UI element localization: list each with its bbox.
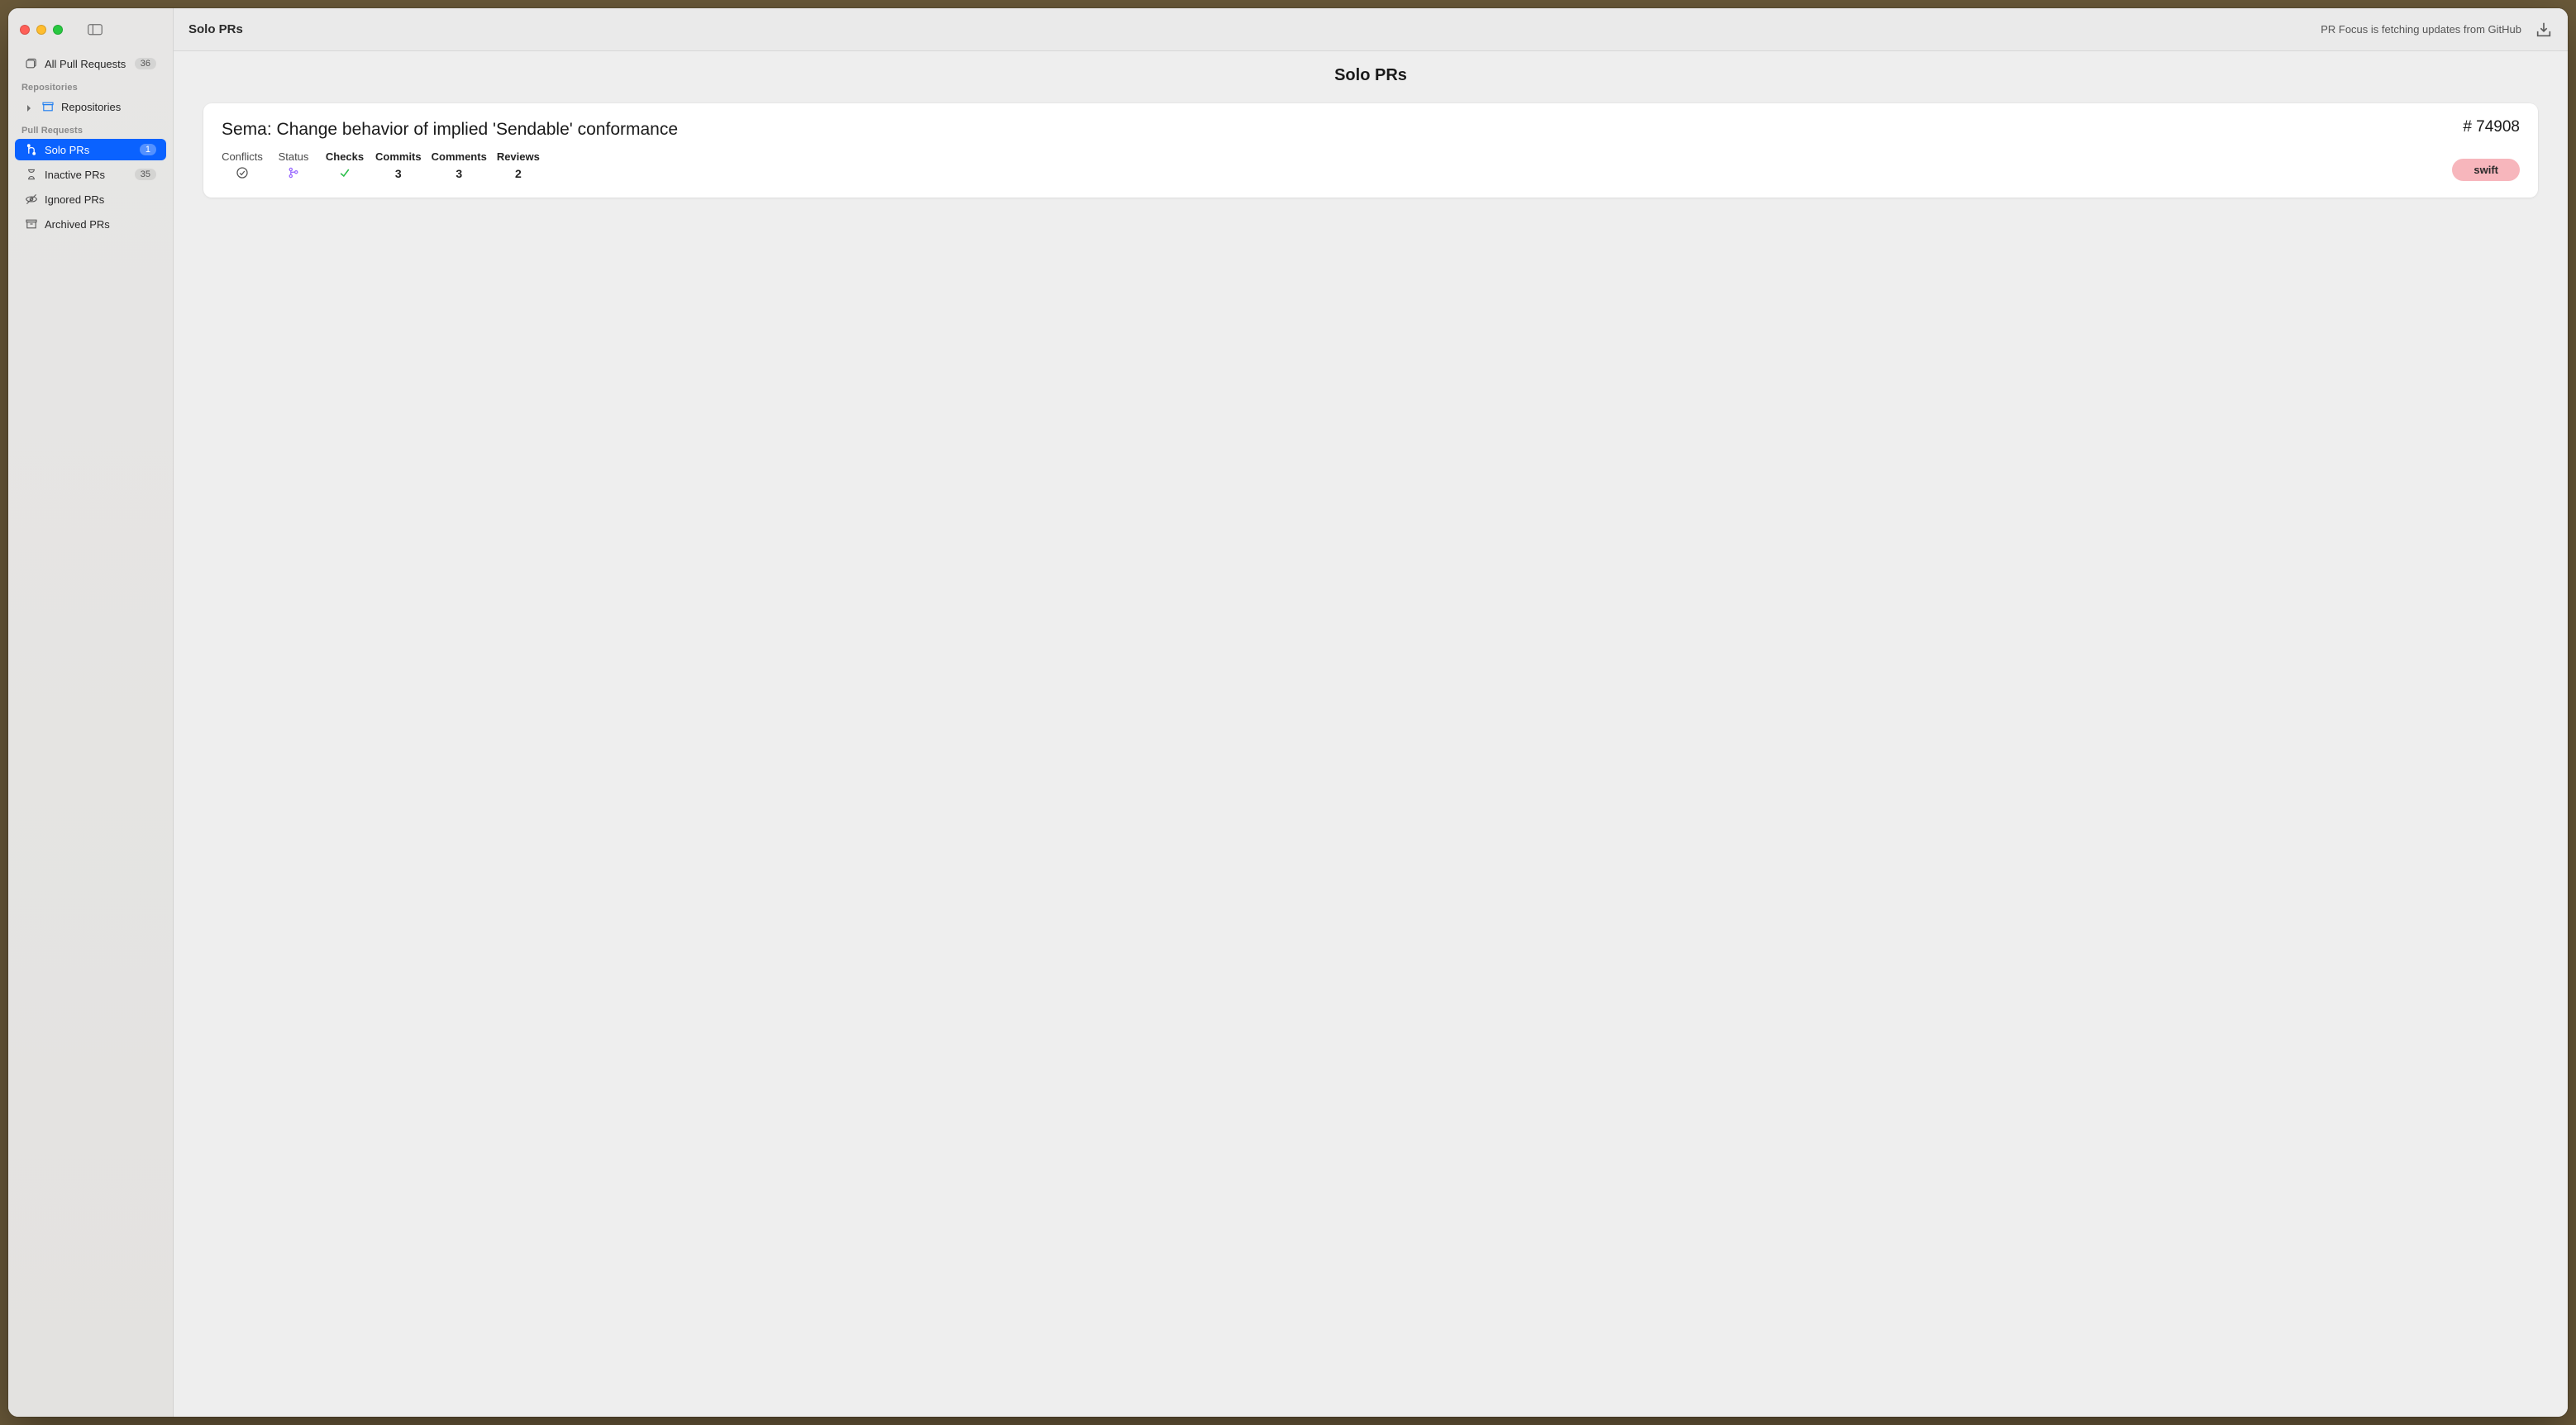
- pr-stat-checks-value: [338, 166, 351, 181]
- toggle-sidebar-button[interactable]: [88, 24, 103, 36]
- pr-stat-commits: Commits 3: [375, 150, 422, 181]
- sidebar-item-ignored-prs[interactable]: Ignored PRs: [15, 188, 166, 210]
- pr-stat-reviews-label: Reviews: [497, 150, 540, 163]
- sidebar-all-prs-label: All Pull Requests: [45, 58, 128, 70]
- pr-stat-status: Status: [273, 150, 314, 181]
- toolbar: Solo PRs PR Focus is fetching updates fr…: [174, 8, 2568, 51]
- content-area: Solo PRs Sema: Change behavior of implie…: [174, 51, 2568, 1417]
- chevron-right-icon[interactable]: [25, 102, 33, 111]
- sidebar-archived-prs-label: Archived PRs: [45, 218, 156, 231]
- pr-stat-conflicts-value: [236, 166, 249, 181]
- eye-slash-icon: [25, 193, 38, 206]
- pr-stat-status-value: [287, 166, 300, 181]
- sidebar: All Pull Requests 36 Repositories Reposi…: [8, 8, 174, 1417]
- archive-box-icon: [41, 100, 55, 113]
- sidebar-item-archived-prs[interactable]: Archived PRs: [15, 213, 166, 235]
- pr-stat-checks: Checks: [324, 150, 365, 181]
- check-circle-icon: [236, 166, 249, 182]
- pr-stat-conflicts-label: Conflicts: [222, 150, 263, 163]
- sidebar-solo-prs-label: Solo PRs: [45, 144, 133, 156]
- pr-stat-checks-label: Checks: [326, 150, 364, 163]
- sidebar-inactive-prs-badge: 35: [135, 169, 156, 180]
- sidebar-all-prs-badge: 36: [135, 58, 156, 69]
- archive-icon: [25, 217, 38, 231]
- hourglass-icon: [25, 168, 38, 181]
- sidebar-repositories-label: Repositories: [61, 101, 156, 113]
- pr-title: Sema: Change behavior of implied 'Sendab…: [222, 118, 678, 141]
- pr-stat-reviews-value: 2: [515, 166, 522, 181]
- stack-icon: [25, 57, 38, 70]
- pr-stat-reviews: Reviews 2: [497, 150, 540, 181]
- download-button[interactable]: [2535, 21, 2553, 39]
- main-pane: Solo PRs PR Focus is fetching updates fr…: [174, 8, 2568, 1417]
- sidebar-inactive-prs-label: Inactive PRs: [45, 169, 128, 181]
- pr-stat-conflicts: Conflicts: [222, 150, 263, 181]
- pr-card-body: Conflicts Status: [222, 150, 2520, 181]
- pr-stat-comments-value: 3: [456, 166, 462, 181]
- pr-card[interactable]: Sema: Change behavior of implied 'Sendab…: [203, 103, 2538, 198]
- traffic-lights: [20, 25, 63, 35]
- pr-card-header: Sema: Change behavior of implied 'Sendab…: [222, 118, 2520, 141]
- pr-stat-comments: Comments 3: [432, 150, 487, 181]
- window-minimize-button[interactable]: [36, 25, 46, 35]
- sidebar-item-inactive-prs[interactable]: Inactive PRs 35: [15, 164, 166, 185]
- pr-stat-commits-label: Commits: [375, 150, 422, 163]
- sidebar-item-repositories[interactable]: Repositories: [15, 96, 166, 117]
- branch-icon: [287, 166, 300, 182]
- sidebar-item-solo-prs[interactable]: Solo PRs 1: [15, 139, 166, 160]
- merge-icon: [25, 143, 38, 156]
- checkmark-icon: [338, 166, 351, 182]
- pr-stat-comments-label: Comments: [432, 150, 487, 163]
- sidebar-solo-prs-badge: 1: [140, 144, 156, 155]
- sidebar-item-all-prs[interactable]: All Pull Requests 36: [15, 53, 166, 74]
- window-zoom-button[interactable]: [53, 25, 63, 35]
- sidebar-section-header-repos: Repositories: [8, 76, 173, 94]
- page-heading: Solo PRs: [174, 51, 2568, 103]
- pr-number: # 74908: [2463, 118, 2520, 136]
- window-close-button[interactable]: [20, 25, 30, 35]
- toolbar-status-text: PR Focus is fetching updates from GitHub: [2321, 23, 2521, 36]
- pr-stat-status-label: Status: [279, 150, 309, 163]
- sidebar-section-header-prs: Pull Requests: [8, 119, 173, 137]
- pr-repo-tag: swift: [2452, 159, 2520, 181]
- pr-stat-commits-value: 3: [395, 166, 402, 181]
- sidebar-ignored-prs-label: Ignored PRs: [45, 193, 156, 206]
- pr-stats: Conflicts Status: [222, 150, 540, 181]
- titlebar-left: [8, 8, 173, 51]
- toolbar-title: Solo PRs: [188, 22, 243, 36]
- app-window: All Pull Requests 36 Repositories Reposi…: [8, 8, 2568, 1417]
